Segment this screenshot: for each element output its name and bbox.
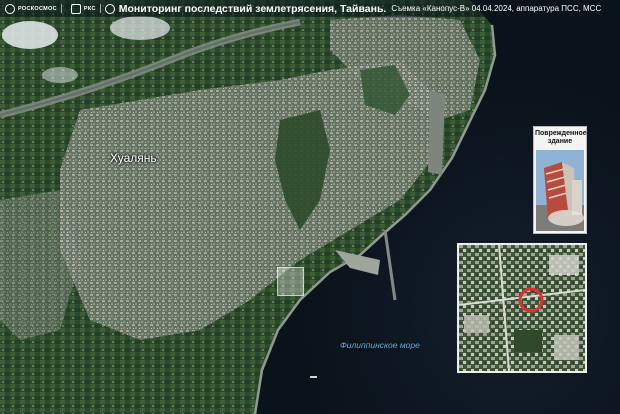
page-title: Мониторинг последствий землетрясения, Та… [118, 2, 387, 15]
header-separator [60, 4, 62, 13]
sea-label: Филиппинское море [340, 340, 420, 350]
roscosmos-logo-icon [5, 3, 15, 14]
city-label: Хуалянь [110, 151, 157, 165]
ship [310, 376, 317, 378]
page-subtitle: Съемка «Канопус-В» 04.04.2024, аппаратур… [391, 4, 602, 13]
header-bar: РОСКОСМОС РКС Мониторинг последствий зем… [0, 0, 620, 17]
header-separator [99, 4, 101, 13]
emblem-icon [104, 3, 115, 14]
damaged-building-photo [536, 150, 584, 231]
rks-logo-text: РКС [83, 5, 96, 12]
cloud [110, 16, 170, 40]
roscosmos-logo: РОСКОСМОС [5, 3, 57, 14]
roscosmos-logo-text: РОСКОСМОС [18, 5, 57, 12]
rks-logo: РКС [70, 3, 96, 14]
port-structure [428, 90, 445, 175]
cloud [42, 67, 78, 83]
damaged-building-caption: Поврежденное здание [535, 130, 587, 145]
rks-logo-icon [70, 3, 81, 14]
inset-satellite-view [459, 245, 585, 371]
cloud [2, 21, 58, 49]
damaged-building-photo-panel: Поврежденное здание [533, 126, 587, 234]
zoom-inset-map [457, 243, 587, 373]
damage-area-highlight [277, 267, 304, 296]
